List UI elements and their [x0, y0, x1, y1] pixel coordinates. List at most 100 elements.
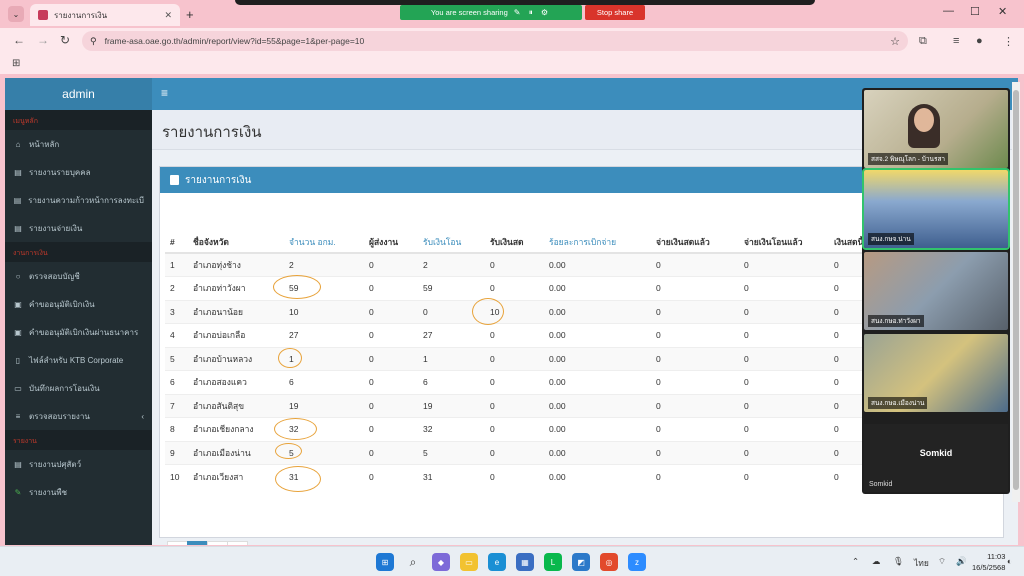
money-icon: ▣: [14, 327, 22, 337]
page-next[interactable]: »: [227, 541, 248, 545]
table-cell: 32: [418, 417, 485, 441]
sidebar-item-livestock-report[interactable]: ▤ รายงานปศุสัตว์: [5, 450, 152, 478]
edge-icon[interactable]: e: [488, 553, 506, 571]
photos-icon[interactable]: ◩: [572, 553, 590, 571]
sidebar-item-bank-withdrawal-request[interactable]: ▣ คำขออนุมัติเบิกเงินผ่านธนาคาร: [5, 318, 152, 346]
sidebar-item-ktb-file[interactable]: ▯ ไฟล์สำหรับ KTB Corporate: [5, 346, 152, 374]
col-header-disbursement-percent[interactable]: ร้อยละการเบิกจ่าย: [544, 232, 651, 254]
table-cell: 0: [651, 323, 739, 347]
search-icon[interactable]: ⌕: [404, 553, 422, 571]
participant-name: สนง.กษอ.เมืองน่าน: [868, 397, 928, 409]
table-cell: 0: [739, 370, 829, 394]
sidebar-item-label: ตรวจสอบรายงาน: [29, 411, 90, 421]
zoom-icon[interactable]: z: [628, 553, 646, 571]
book-icon: [170, 175, 179, 185]
col-header-member-count[interactable]: จำนวน อกม.: [284, 232, 364, 254]
annotation-circle: [472, 298, 504, 325]
table-cell: 0: [485, 417, 544, 441]
table-cell: อำเภอบ่อเกลือ: [188, 323, 284, 347]
hamburger-menu-icon[interactable]: ≡: [161, 86, 168, 100]
sidebar-item-payment-report[interactable]: ▤ รายงานจ่ายเงิน: [5, 214, 152, 242]
bookmark-star-icon[interactable]: ☆: [890, 35, 900, 48]
table-cell: 2: [418, 252, 485, 277]
microphone-icon[interactable]: 🎙: [893, 556, 904, 567]
windows-start-icon[interactable]: ⊞: [376, 553, 394, 571]
minimize-icon[interactable]: —: [943, 5, 954, 17]
participant-tile-somkid[interactable]: Somkid Somkid: [864, 424, 1008, 492]
store-icon[interactable]: ▦: [516, 553, 534, 571]
table-cell: 59: [418, 276, 485, 300]
sidebar-item-transfer-record[interactable]: ▭ บันทึกผลการโอนเงิน: [5, 374, 152, 402]
table-cell: อำเภอทุ่งช้าง: [188, 252, 284, 277]
participant-tile[interactable]: สนง.กษอ.ท่าวังผา: [864, 252, 1008, 330]
menu-icon[interactable]: ⋮: [1003, 35, 1014, 48]
browser-tab[interactable]: รายงานการเงิน ✕: [30, 4, 180, 26]
brand-logo[interactable]: admin: [5, 78, 152, 110]
sidebar-item-home[interactable]: ⌂ หน้าหลัก: [5, 130, 152, 158]
maximize-icon[interactable]: ☐: [970, 5, 980, 18]
address-bar[interactable]: ⚲ frame-asa.oae.go.th/admin/report/view?…: [82, 31, 908, 51]
close-window-icon[interactable]: ✕: [998, 5, 1007, 18]
table-cell: อำเภอเชียงกลาง: [188, 417, 284, 441]
chrome-icon[interactable]: ◎: [600, 553, 618, 571]
forward-icon[interactable]: →: [37, 33, 49, 47]
col-header-cash-paid: จ่ายเงินสดแล้ว: [651, 232, 739, 254]
reload-icon[interactable]: ↻: [60, 33, 70, 47]
volume-icon[interactable]: 🔊: [956, 556, 967, 567]
close-icon[interactable]: ✕: [164, 10, 172, 21]
table-cell: 0: [739, 417, 829, 441]
page-2[interactable]: 2: [207, 541, 228, 545]
extensions-icon[interactable]: ⧉: [919, 35, 927, 48]
home-icon: ⌂: [15, 139, 21, 149]
table-cell: อำเภอบ้านหลวง: [188, 346, 284, 371]
apps-grid-icon[interactable]: ⊞: [12, 58, 20, 69]
plus-icon[interactable]: +: [186, 7, 194, 22]
table-cell: 0: [485, 252, 544, 277]
page-scrollbar[interactable]: [1012, 82, 1020, 502]
table-cell: 0: [739, 346, 829, 371]
chevron-up-icon[interactable]: ⌃: [852, 556, 859, 567]
sidebar-item-individual-report[interactable]: ▤ รายงานรายบุคคล: [5, 158, 152, 186]
line-icon[interactable]: L: [544, 553, 562, 571]
table-cell: 0.00: [544, 252, 651, 277]
sidebar-item-label: คำขออนุมัติเบิกเงิน: [29, 299, 95, 309]
table-cell: อำเภอสองแคว: [188, 370, 284, 394]
widgets-icon[interactable]: ◆: [432, 553, 450, 571]
table-cell: 0: [651, 346, 739, 371]
table-cell: อำเภอท่าวังผา: [188, 276, 284, 300]
sidebar-item-report-check[interactable]: ≡ ตรวจสอบรายงาน ‹: [5, 402, 152, 430]
participant-tile[interactable]: สสจ.2 พิษณุโลก - บ้านรสา: [864, 90, 1008, 168]
participant-tile[interactable]: สนง.กษอ.เมืองน่าน: [864, 334, 1008, 412]
chevron-down-icon[interactable]: ⌄: [8, 6, 24, 22]
language-indicator[interactable]: ไทย: [914, 556, 929, 570]
table-cell: 0: [364, 252, 418, 277]
sidebar-item-account-check[interactable]: ○ ตรวจสอบบัญชี: [5, 262, 152, 290]
wifi-icon[interactable]: ⌔: [938, 556, 946, 567]
table-cell: 0: [364, 464, 418, 488]
network-icon[interactable]: ☁: [872, 556, 881, 567]
table-header-row: # ชื่อจังหวัด จำนวน อกม. ผู้ส่งงาน รับเง…: [165, 232, 889, 254]
document-icon: ▤: [14, 459, 22, 469]
table-cell: 0: [739, 252, 829, 277]
profile-icon[interactable]: ●: [976, 35, 983, 47]
file-explorer-icon[interactable]: ▭: [460, 553, 478, 571]
sidebar-item-withdrawal-request[interactable]: ▣ คำขออนุมัติเบิกเงิน: [5, 290, 152, 318]
table-cell: 0.00: [544, 346, 651, 371]
col-header-transfer-paid: จ่ายเงินโอนแล้ว: [739, 232, 829, 254]
back-icon[interactable]: ←: [13, 33, 25, 47]
sidebar-section-header: งานการเงิน: [5, 242, 152, 262]
participant-display-name: Somkid: [919, 448, 953, 458]
page-prev[interactable]: «: [167, 541, 188, 545]
participant-tile[interactable]: สนง.กษจ.น่าน: [862, 168, 1010, 250]
site-info-icon[interactable]: ⚲: [90, 36, 97, 47]
sidebar-item-registration-progress[interactable]: ▤ รายงานความก้าวหน้าการลงทะเบี: [5, 186, 152, 214]
sidebar-item-label: รายงานพืช: [29, 487, 68, 497]
scrollbar-thumb[interactable]: [1013, 90, 1019, 490]
notification-icon[interactable]: ◐: [1007, 556, 1012, 566]
system-clock[interactable]: 11:03 16/5/2568: [972, 551, 1005, 573]
sidebar-item-plant-report[interactable]: ✎ รายงานพืช: [5, 478, 152, 506]
page-1[interactable]: 1: [187, 541, 208, 545]
col-header-cash-received: รับเงินสด: [485, 232, 544, 254]
col-header-transfer-received[interactable]: รับเงินโอน: [418, 232, 485, 254]
media-icon[interactable]: ≡: [953, 35, 959, 47]
